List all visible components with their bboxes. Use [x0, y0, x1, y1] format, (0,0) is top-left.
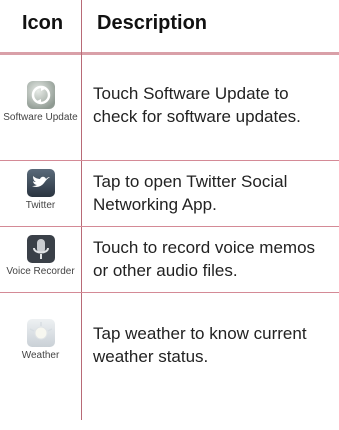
- voice-recorder-icon: [26, 234, 56, 264]
- table-row-icon: Voice Recorder: [0, 234, 81, 278]
- row-description: Tap weather to know current weather stat…: [93, 324, 307, 366]
- row-divider: [0, 226, 339, 227]
- weather-icon: [26, 318, 56, 348]
- icon-table: Icon Description Software Update Touch S…: [0, 0, 339, 430]
- row-divider: [0, 292, 339, 293]
- table-header: Icon Description: [0, 0, 339, 52]
- header-icon-column: Icon: [22, 12, 64, 34]
- table-row-icon: Weather: [0, 318, 81, 362]
- icon-label: Voice Recorder: [6, 266, 75, 277]
- table-row-icon: Software Update: [0, 80, 81, 124]
- software-update-icon: [26, 80, 56, 110]
- icon-label: Weather: [21, 350, 60, 361]
- column-divider: [81, 0, 82, 420]
- icon-label: Software Update: [3, 112, 78, 123]
- row-divider: [0, 160, 339, 161]
- row-description: Tap to open Twitter Social Networking Ap…: [93, 172, 288, 214]
- row-description: Touch to record voice memos or other aud…: [93, 238, 316, 280]
- icon-label: Twitter: [25, 200, 56, 211]
- header-divider: [0, 52, 339, 55]
- twitter-icon: [26, 168, 56, 198]
- table-row-icon: Twitter: [0, 168, 81, 212]
- row-description: Touch Software Update to check for softw…: [93, 84, 301, 126]
- header-description-column: Description: [97, 12, 208, 34]
